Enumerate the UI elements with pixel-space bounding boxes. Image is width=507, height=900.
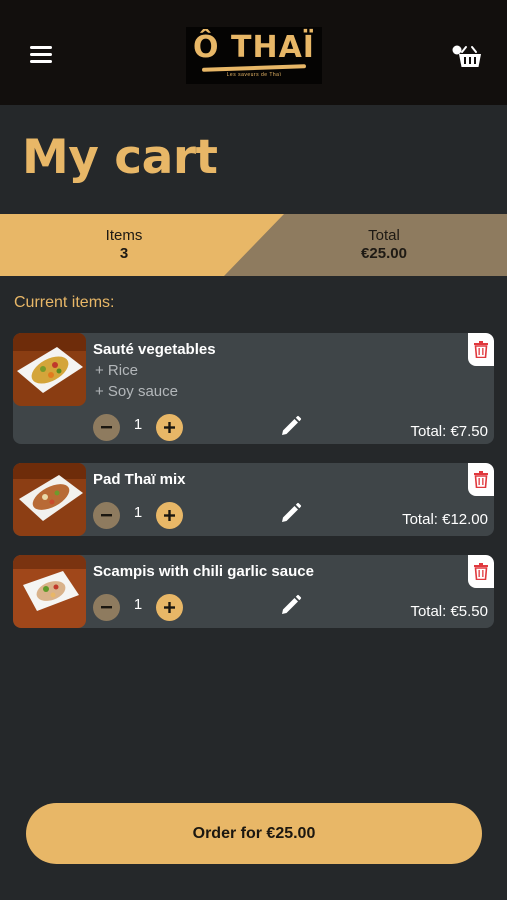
logo-swoosh <box>201 64 307 72</box>
order-button[interactable]: Order for €25.00 <box>26 803 482 864</box>
pencil-icon <box>282 594 302 614</box>
page-title: My cart <box>22 130 218 185</box>
dish-image <box>13 555 86 628</box>
trash-icon <box>474 471 488 488</box>
edit-button[interactable] <box>280 415 302 437</box>
dish-image <box>13 333 86 406</box>
delete-button[interactable] <box>468 333 494 366</box>
decrement-button[interactable] <box>93 594 120 621</box>
summary-total: Total €25.00 <box>284 214 484 276</box>
menu-button[interactable] <box>28 46 54 66</box>
item-option: + Rice <box>95 362 138 379</box>
cart-item-card: Scampis with chili garlic sauce 1 Total:… <box>13 555 494 628</box>
quantity-value: 1 <box>133 596 143 613</box>
top-bar: Ô THAÏ Les saveurs de Thaï <box>0 0 507 105</box>
cart-button[interactable] <box>452 45 482 69</box>
item-option: + Soy sauce <box>95 383 178 400</box>
minus-icon <box>101 426 112 429</box>
total-label: Total <box>368 227 400 244</box>
item-name: Pad Thaï mix <box>93 471 186 488</box>
delete-button[interactable] <box>468 555 494 588</box>
edit-button[interactable] <box>280 594 302 616</box>
cart-summary: Items 3 Total €25.00 <box>0 214 507 276</box>
summary-items: Items 3 <box>24 214 224 276</box>
basket-icon <box>452 45 481 67</box>
increment-button[interactable] <box>156 594 183 621</box>
dish-image <box>13 463 86 536</box>
hamburger-icon <box>28 46 54 63</box>
item-total: Total: €7.50 <box>410 423 488 440</box>
items-label: Items <box>105 227 143 244</box>
item-name: Sauté vegetables <box>93 341 216 358</box>
logo-text: Ô THAÏ <box>193 30 315 65</box>
section-label: Current items: <box>14 294 115 311</box>
delete-button[interactable] <box>468 463 494 496</box>
edit-button[interactable] <box>280 502 302 524</box>
cart-item-card: Sauté vegetables + Rice + Soy sauce 1 To… <box>13 333 494 444</box>
pencil-icon <box>282 502 302 522</box>
increment-button[interactable] <box>156 502 183 529</box>
decrement-button[interactable] <box>93 502 120 529</box>
minus-icon <box>101 514 112 517</box>
quantity-value: 1 <box>133 416 143 433</box>
pencil-icon <box>282 415 302 435</box>
quantity-value: 1 <box>133 504 143 521</box>
trash-icon <box>474 341 488 358</box>
trash-icon <box>474 563 488 580</box>
plus-icon <box>164 422 175 433</box>
plus-icon <box>164 602 175 613</box>
logo[interactable]: Ô THAÏ Les saveurs de Thaï <box>186 27 322 84</box>
increment-button[interactable] <box>156 414 183 441</box>
minus-icon <box>101 606 112 609</box>
plus-icon <box>164 510 175 521</box>
cart-item-card: Pad Thaï mix 1 Total: €12.00 <box>13 463 494 536</box>
total-value: €25.00 <box>361 245 407 262</box>
items-count: 3 <box>119 245 129 262</box>
item-name: Scampis with chili garlic sauce <box>93 563 314 580</box>
decrement-button[interactable] <box>93 414 120 441</box>
item-total: Total: €5.50 <box>410 603 488 620</box>
item-total: Total: €12.00 <box>402 511 488 528</box>
logo-tagline: Les saveurs de Thaï <box>226 72 282 78</box>
